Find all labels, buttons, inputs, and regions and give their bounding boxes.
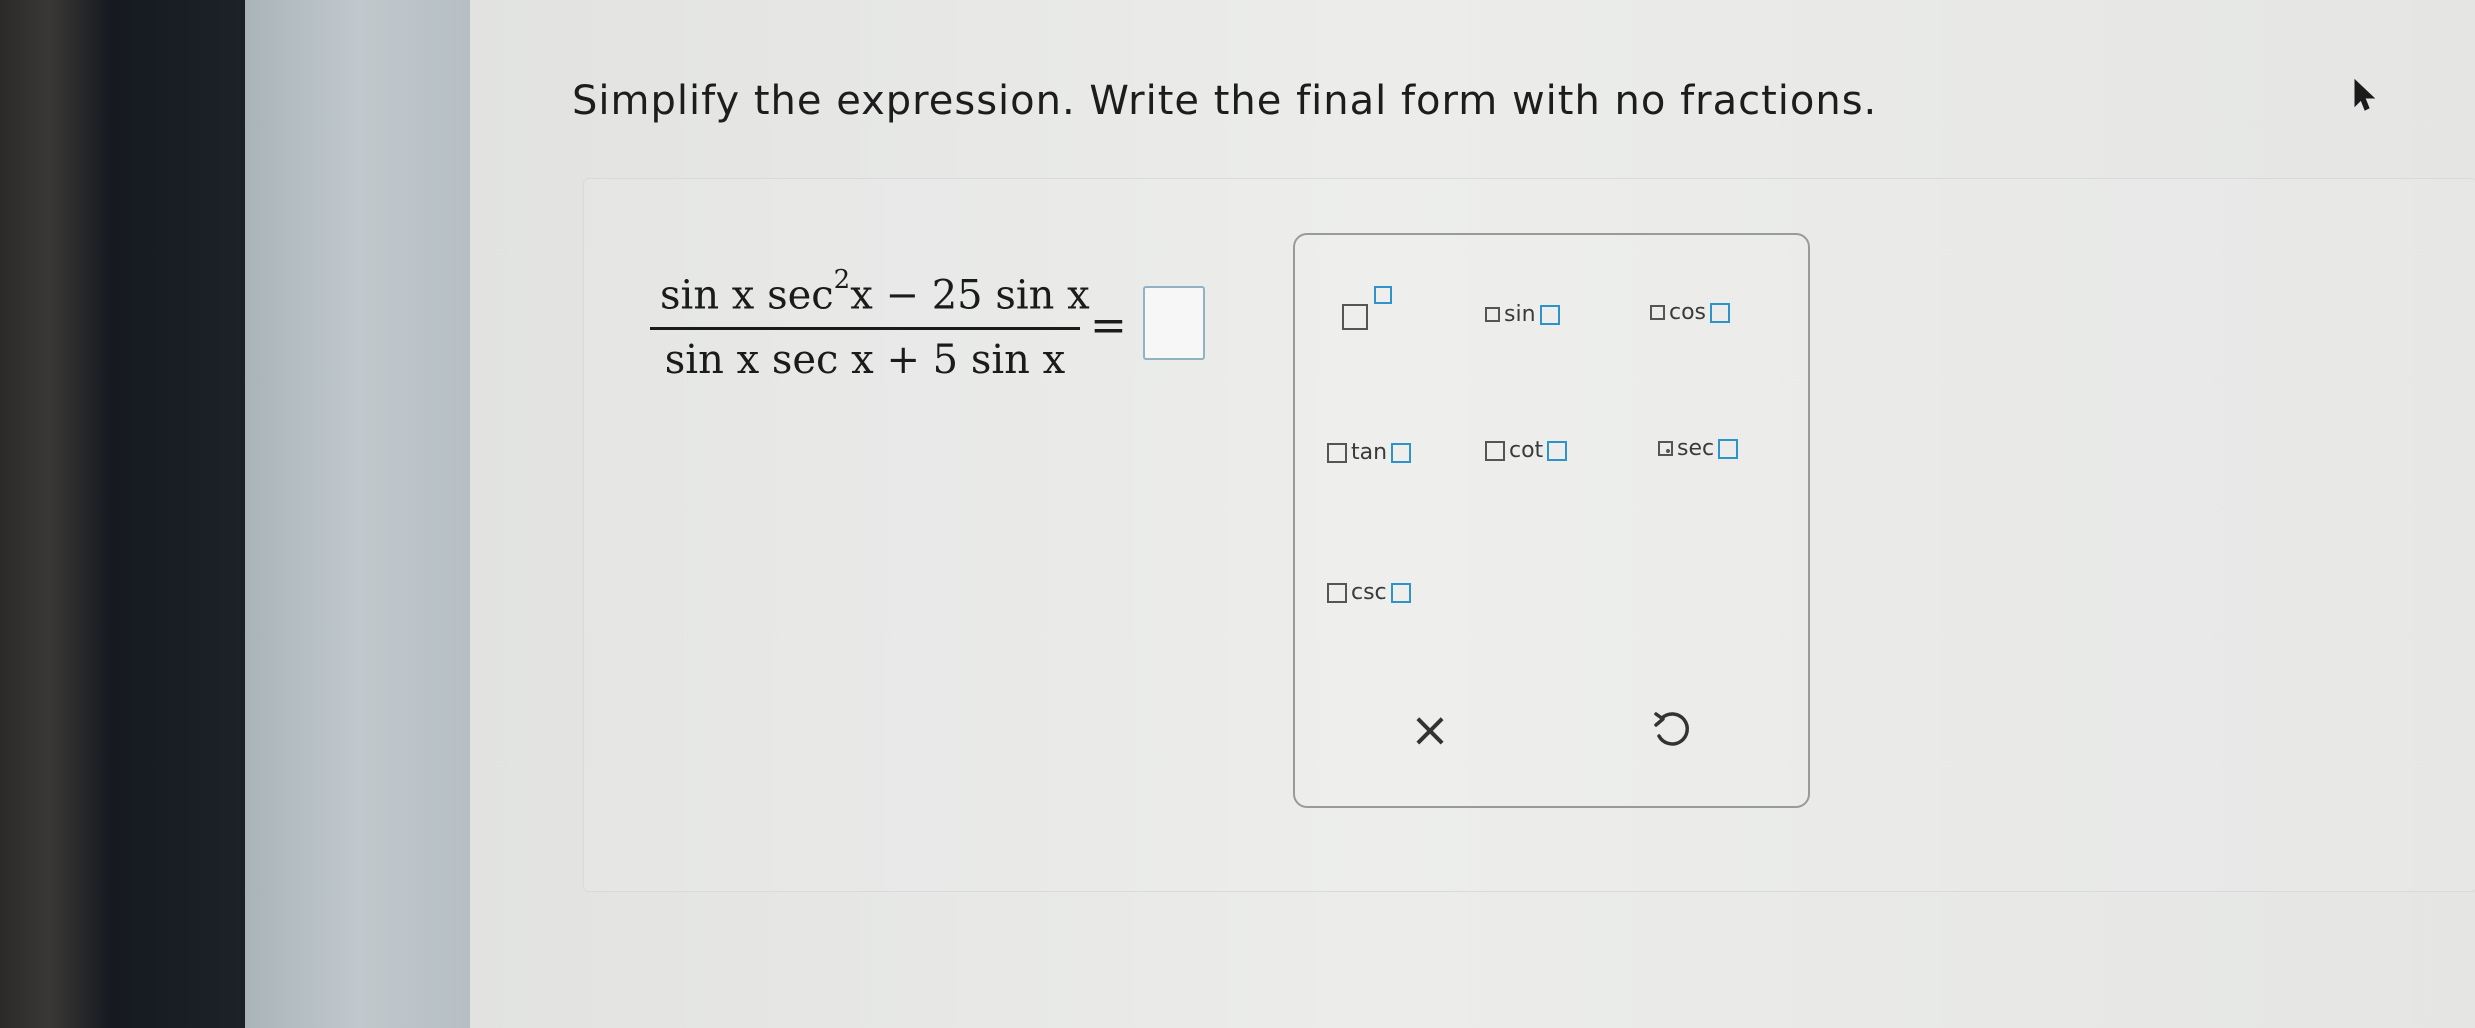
argument-placeholder-icon [1547,440,1568,461]
placeholder-icon [1485,307,1500,322]
exponent-placeholder-icon [1374,286,1392,304]
cos-button[interactable]: cos [1650,300,1731,325]
tan-button[interactable]: tan [1327,440,1412,465]
undo-icon[interactable] [1648,706,1698,756]
argument-placeholder-icon [1710,302,1731,323]
numerator-exponent: 2 [833,265,851,295]
sec-label: sec [1677,436,1715,461]
monitor-bezel-dark [0,0,245,1028]
placeholder-icon [1327,442,1347,463]
clear-button[interactable]: × [1405,705,1455,755]
argument-placeholder-icon [1718,438,1739,459]
cot-label: cot [1509,438,1544,463]
cot-button[interactable]: cot [1485,438,1568,463]
placeholder-icon [1650,305,1665,320]
sec-button[interactable]: sec [1658,436,1739,461]
exponent-button[interactable] [1342,282,1404,344]
tan-label: tan [1351,440,1388,465]
csc-label: csc [1351,580,1387,605]
question-instruction: Simplify the expression. Write the final… [572,78,1878,124]
fraction-denominator: sin x sec x + 5 sin x [664,337,1066,383]
expression-fraction: sin x sec2x − 25 sin x sin x sec x + 5 s… [650,265,1090,395]
argument-placeholder-icon [1391,442,1412,463]
argument-placeholder-icon [1390,582,1411,603]
equals-sign: = [1090,300,1127,351]
sin-button[interactable]: sin [1485,302,1560,327]
base-placeholder-icon [1342,304,1368,330]
numerator-text-2: x − 25 sin x [850,272,1090,319]
numerator-text-1: sin x sec [660,272,834,319]
sin-label: sin [1504,302,1536,327]
placeholder-icon [1327,582,1347,603]
fraction-numerator: sin x sec2x − 25 sin x [660,265,1090,319]
csc-button[interactable]: csc [1327,580,1411,605]
argument-placeholder-icon [1539,304,1560,325]
placeholder-icon [1658,441,1673,456]
mouse-pointer-icon [2354,78,2376,111]
monitor-bezel-light [245,0,470,1028]
cos-label: cos [1669,300,1707,325]
fraction-bar [650,327,1080,330]
answer-input[interactable] [1143,286,1205,360]
placeholder-icon [1485,440,1505,461]
